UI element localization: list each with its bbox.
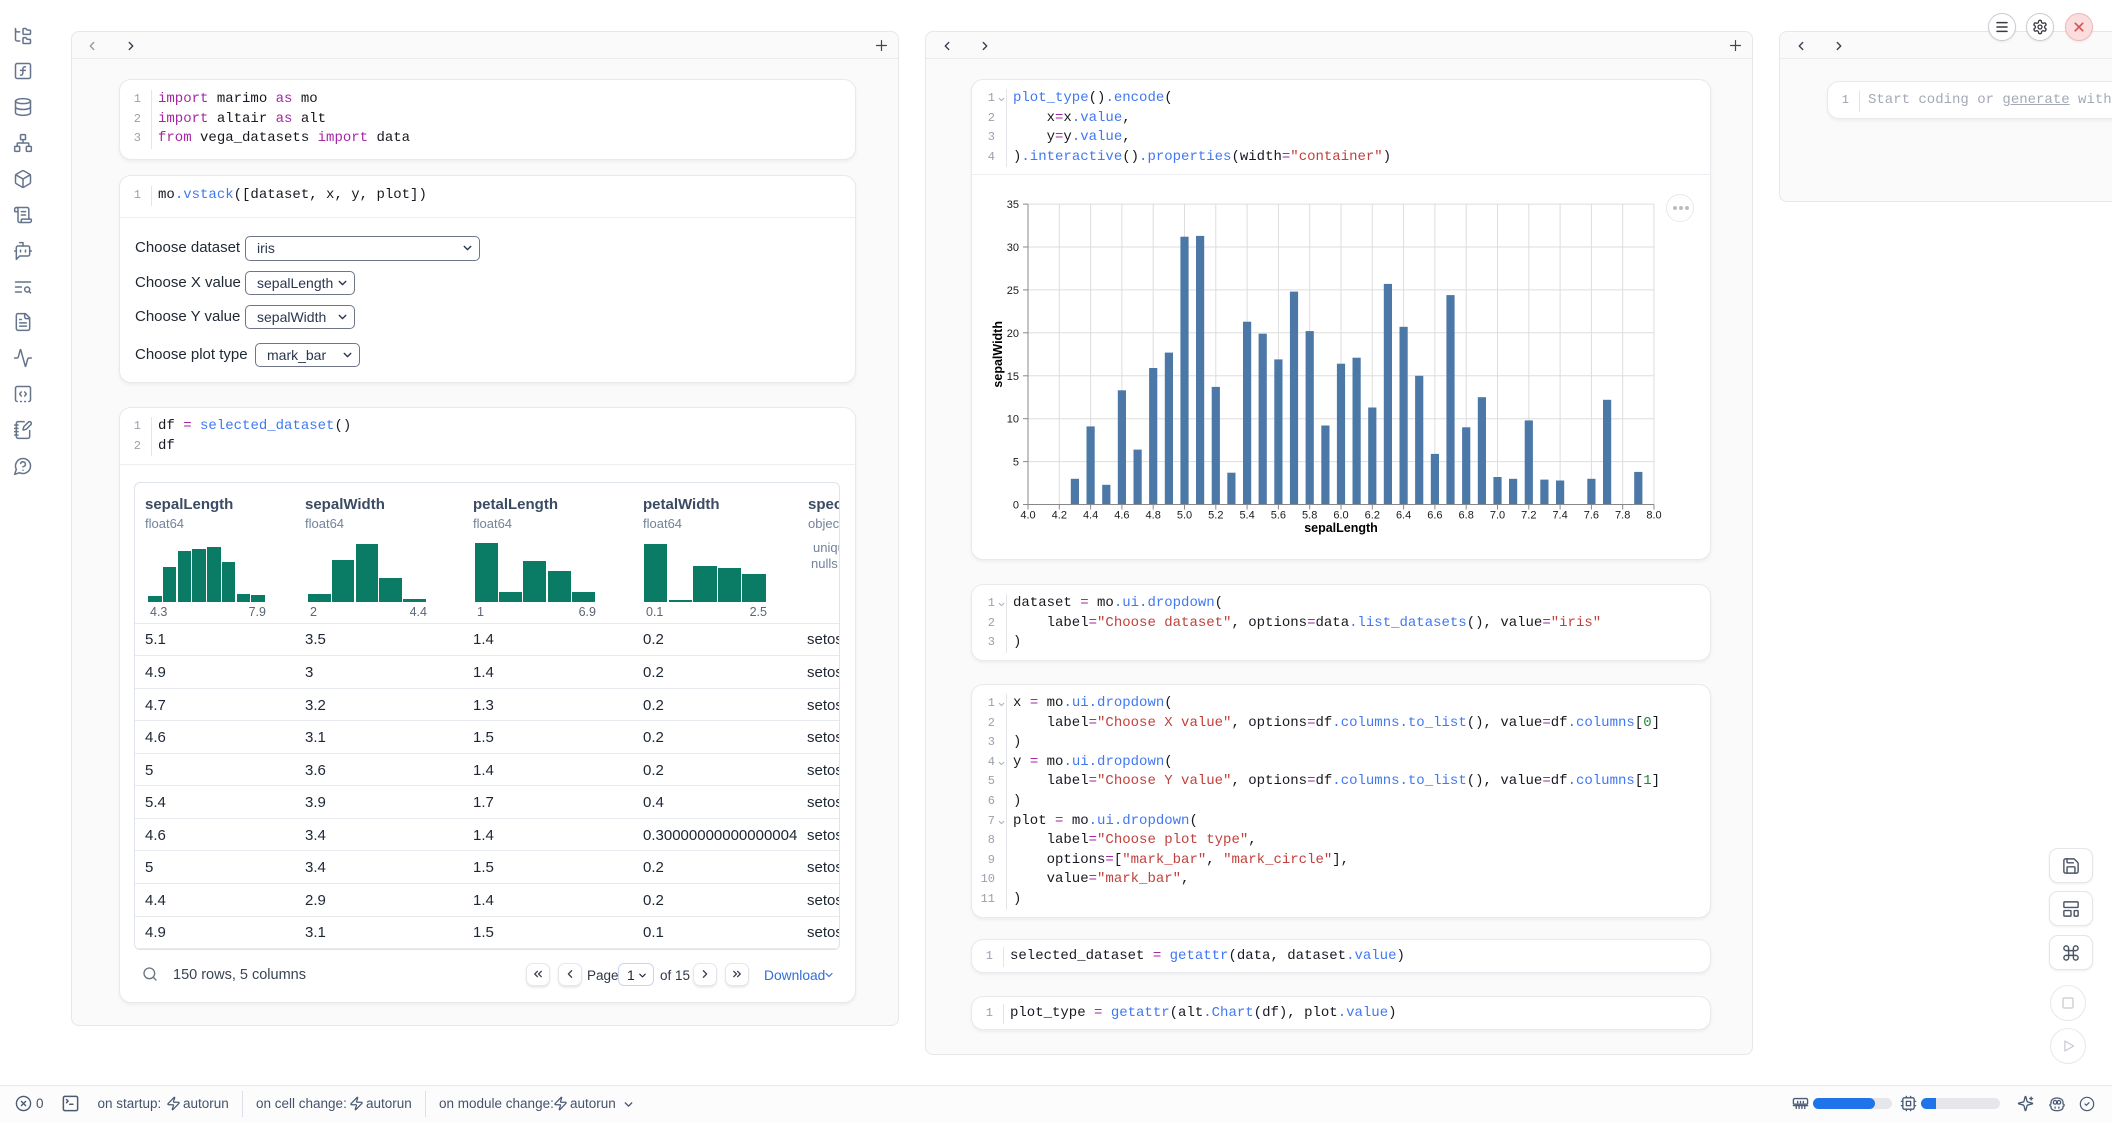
svg-text:7.6: 7.6 — [1584, 510, 1599, 522]
svg-text:sepalWidth: sepalWidth — [991, 321, 1005, 388]
svg-text:4.8: 4.8 — [1146, 510, 1161, 522]
svg-text:8.0: 8.0 — [1646, 510, 1661, 522]
svg-text:4.0: 4.0 — [1020, 510, 1035, 522]
svg-text:7.4: 7.4 — [1552, 510, 1567, 522]
svg-text:6.0: 6.0 — [1333, 510, 1348, 522]
svg-text:7.2: 7.2 — [1521, 510, 1536, 522]
svg-text:25: 25 — [1007, 285, 1019, 297]
svg-text:5.8: 5.8 — [1302, 510, 1317, 522]
svg-text:0: 0 — [1013, 500, 1019, 512]
svg-text:6.2: 6.2 — [1365, 510, 1380, 522]
svg-text:15: 15 — [1007, 371, 1019, 383]
svg-text:4.4: 4.4 — [1083, 510, 1098, 522]
svg-text:6.4: 6.4 — [1396, 510, 1411, 522]
svg-text:35: 35 — [1007, 199, 1019, 211]
svg-text:10: 10 — [1007, 414, 1019, 426]
svg-text:5.2: 5.2 — [1208, 510, 1223, 522]
svg-text:5: 5 — [1013, 457, 1019, 469]
svg-text:5.0: 5.0 — [1177, 510, 1192, 522]
svg-text:5.4: 5.4 — [1239, 510, 1254, 522]
svg-text:4.2: 4.2 — [1052, 510, 1067, 522]
svg-text:5.6: 5.6 — [1271, 510, 1286, 522]
svg-text:7.0: 7.0 — [1490, 510, 1505, 522]
svg-text:4.6: 4.6 — [1114, 510, 1129, 522]
svg-text:7.8: 7.8 — [1615, 510, 1630, 522]
svg-text:6.6: 6.6 — [1427, 510, 1442, 522]
svg-text:sepalLength: sepalLength — [1304, 521, 1378, 535]
svg-text:20: 20 — [1007, 328, 1019, 340]
svg-text:6.8: 6.8 — [1459, 510, 1474, 522]
svg-text:30: 30 — [1007, 242, 1019, 254]
